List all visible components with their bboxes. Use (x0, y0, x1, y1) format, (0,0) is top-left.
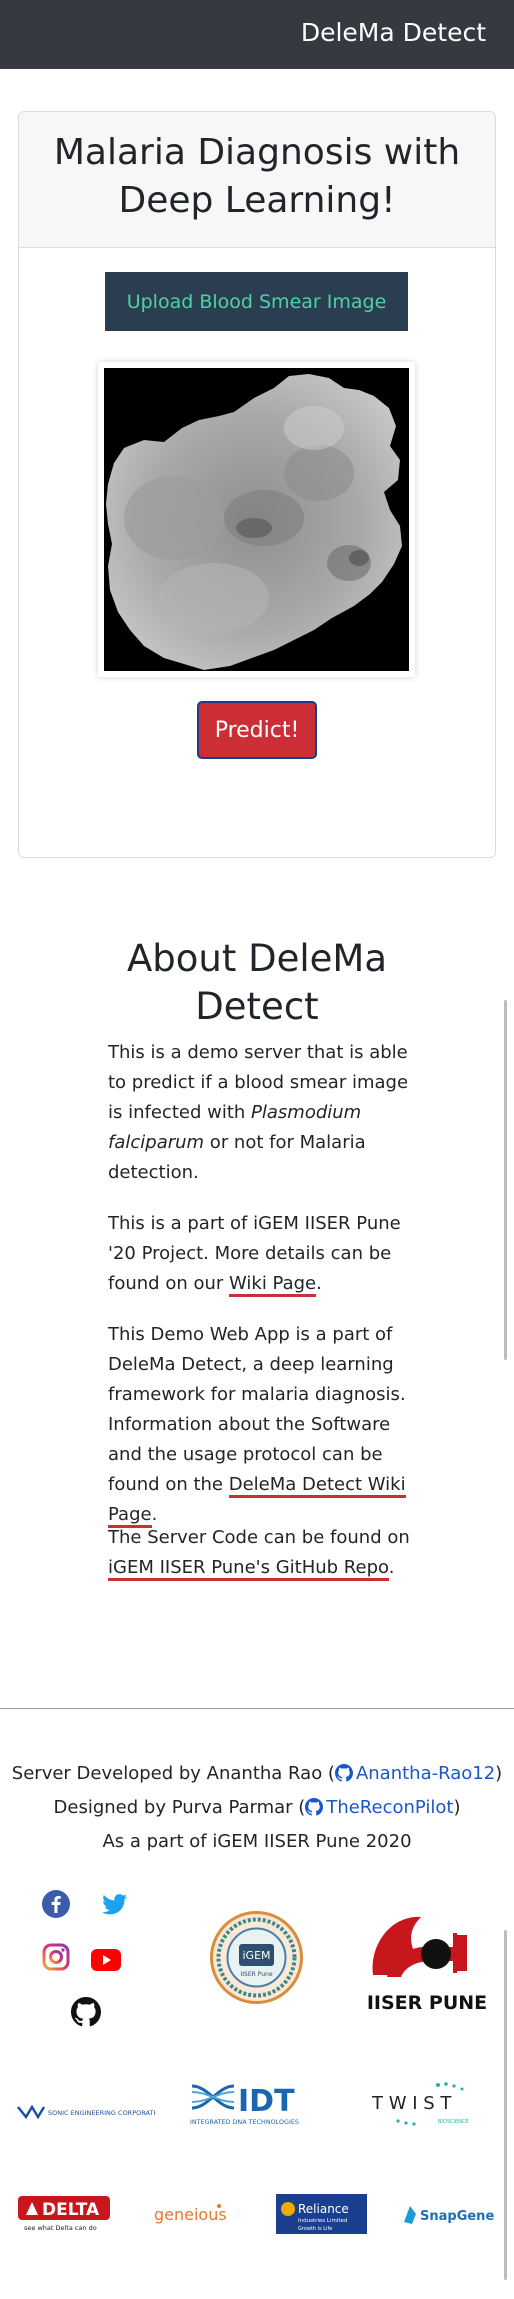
svg-text:iGEM: iGEM (242, 1949, 270, 1962)
igem-iiser-pune-logo: iGEM IISER Pune (210, 1911, 303, 2004)
about-title: About DeleMa Detect (126, 937, 388, 1028)
svg-text:Growth is Life: Growth is Life (298, 2226, 332, 2232)
idt-logo: IDT INTEGRATED DNA TECHNOLOGIES (190, 2084, 299, 2126)
svg-text:IDT: IDT (238, 2084, 295, 2119)
navbar-brand[interactable]: DeleMa Detect (301, 18, 486, 47)
svg-text:T W I S T: T W I S T (371, 2093, 452, 2114)
developer-github-link[interactable]: Anantha-Rao12 (334, 1763, 495, 1784)
upload-image-button[interactable]: Upload Blood Smear Image (105, 272, 408, 331)
svg-text:see what Delta can do: see what Delta can do (24, 2224, 97, 2232)
blood-smear-preview (98, 362, 415, 677)
snapgene-logo: SnapGene (404, 2206, 494, 2224)
iiser-pune-logo: IISER PUNE (367, 1916, 487, 2014)
svg-text:Reliance: Reliance (298, 2202, 349, 2216)
svg-text:geneious: geneious (154, 2205, 227, 2224)
navbar: DeleMa Detect (0, 0, 514, 69)
footer-credit-igem: As a part of iGEM IISER Pune 2020 (102, 1831, 412, 1852)
wiki-page-link[interactable]: Wiki Page (229, 1273, 317, 1297)
twist-bioscience-logo: T W I S T BIOSCIENCE (371, 2082, 469, 2126)
svg-text:IISER PUNE: IISER PUNE (367, 1992, 487, 2014)
github-icon[interactable] (71, 1997, 101, 2027)
blood-smear-image (104, 368, 409, 671)
twitter-icon[interactable] (99, 1889, 129, 1919)
youtube-icon[interactable] (91, 1945, 121, 1975)
reliance-logo: Reliance Industries Limited Growth is Li… (276, 2194, 367, 2234)
card-title: Malaria Diagnosis with Deep Learning! (53, 132, 461, 221)
geneious-logo: geneious (154, 2204, 227, 2224)
about-paragraph-3: This Demo Web App is a part of DeleMa De… (108, 1320, 418, 1530)
svg-text:INTEGRATED DNA TECHNOLOGIES: INTEGRATED DNA TECHNOLOGIES (190, 2118, 299, 2126)
about-paragraph-4: The Server Code can be found on iGEM IIS… (108, 1523, 418, 1583)
prediction-card: Malaria Diagnosis with Deep Learning! Up… (18, 111, 496, 858)
sonic-engineering-logo: SONIC ENGINEERING CORPORATION (17, 2104, 156, 2120)
delta-logo: DELTA see what Delta can do (18, 2196, 110, 2232)
footer-divider (0, 1708, 514, 1709)
svg-text:SONIC ENGINEERING CORPORATION: SONIC ENGINEERING CORPORATION (48, 2109, 156, 2117)
svg-text:DELTA: DELTA (42, 2200, 100, 2220)
scrollbar-lower[interactable] (504, 1930, 507, 2280)
facebook-icon[interactable] (41, 1889, 71, 1919)
instagram-icon[interactable] (41, 1942, 71, 1972)
github-icon (334, 1764, 353, 1782)
about-paragraph-1: This is a demo server that is able to pr… (108, 1042, 409, 1183)
svg-text:Industries Limited: Industries Limited (298, 2218, 347, 2224)
footer-credit-designer: Designed by Purva Parmar (TheReconPilot) (53, 1797, 461, 1818)
predict-button[interactable]: Predict! (197, 701, 317, 759)
svg-text:IISER Pune: IISER Pune (240, 1971, 272, 1978)
footer-credit-developer: Server Developed by Anantha Rao (Anantha… (11, 1763, 503, 1784)
scrollbar[interactable] (504, 1000, 507, 1360)
github-repo-link[interactable]: iGEM IISER Pune's GitHub Repo (108, 1557, 389, 1581)
svg-text:SnapGene: SnapGene (420, 2209, 494, 2224)
card-header: Malaria Diagnosis with Deep Learning! (19, 112, 495, 248)
svg-text:BIOSCIENCE: BIOSCIENCE (438, 2119, 469, 2125)
github-icon (305, 1798, 324, 1816)
designer-github-link[interactable]: TheReconPilot (305, 1797, 453, 1818)
about-paragraph-2: This is a part of iGEM IISER Pune '20 Pr… (108, 1209, 418, 1299)
